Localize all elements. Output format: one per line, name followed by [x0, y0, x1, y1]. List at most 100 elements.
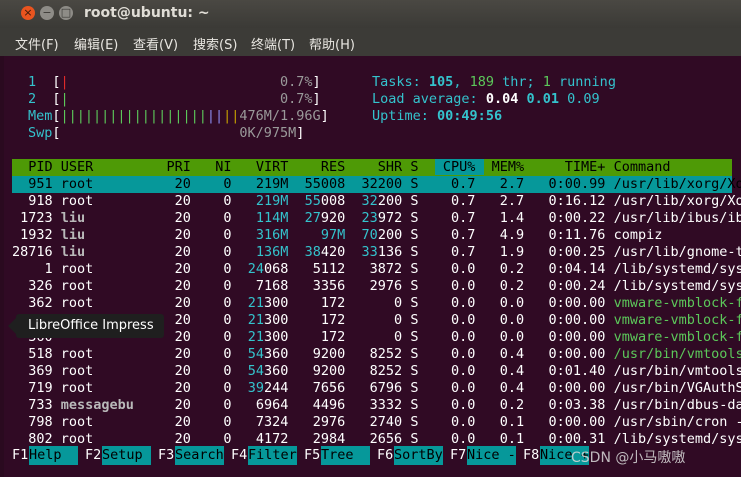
cell-pid: 719: [12, 380, 61, 396]
cell-cpu: 0.7: [434, 227, 484, 243]
table-row[interactable]: 518 root 20 0 54360 9200 8252 S 0.0 0.4 …: [12, 346, 741, 363]
fkey-f3[interactable]: F3: [158, 446, 175, 465]
cell-cpu: 0.0: [434, 431, 484, 447]
fkey-f3-label[interactable]: Search: [175, 446, 224, 465]
column-header-command[interactable]: Command: [614, 159, 671, 175]
cell-mem: 2.7: [483, 193, 533, 209]
cell-shr: 0: [353, 329, 411, 345]
close-window-button[interactable]: ×: [21, 6, 35, 20]
cell-cpu: 0.0: [434, 397, 484, 413]
column-header-cpu-[interactable]: CPU%: [434, 159, 484, 175]
cell-pid: 798: [12, 414, 61, 430]
cell-cmd: /usr/lib/xorg/Xor: [613, 193, 741, 209]
fkey-f2[interactable]: F2: [85, 446, 102, 465]
column-header-pid[interactable]: PID: [12, 159, 61, 175]
fkey-f6[interactable]: F6: [377, 446, 394, 465]
column-header-shr[interactable]: SHR: [353, 159, 410, 175]
cell-res: 55008: [296, 176, 354, 192]
menu-edit[interactable]: 编辑(E): [74, 34, 118, 53]
fkey-f7[interactable]: F7: [450, 446, 467, 465]
cell-shr: 2740: [353, 414, 411, 430]
cell-cmd: vmware-vmblock-fu: [613, 329, 741, 345]
column-header-pri[interactable]: PRI: [150, 159, 199, 175]
fkey-f1[interactable]: F1: [12, 446, 29, 465]
cell-user: root: [60, 346, 151, 362]
column-header-res[interactable]: RES: [297, 159, 354, 175]
cell-user: root: [60, 295, 151, 311]
cell-ni: 0: [198, 295, 240, 311]
cell-cmd: /usr/bin/dbus-dae: [613, 397, 741, 413]
cell-cpu: 0.0: [434, 363, 484, 379]
cell-res: 172: [296, 312, 354, 328]
table-row[interactable]: 733 messagebu 20 0 6964 4496 3332 S 0.0 …: [12, 397, 741, 414]
cell-time: 0:04.14: [532, 261, 614, 277]
table-row[interactable]: 918 root 20 0 219M 55008 32200 S 0.7 2.7…: [12, 193, 741, 210]
cell-shr: 8252: [353, 346, 411, 362]
cell-mem: 4.9: [483, 227, 533, 243]
cell-time: 0:00.00: [532, 312, 614, 328]
cell-mem: 0.2: [483, 261, 533, 277]
cell-cpu: 0.7: [434, 176, 484, 192]
table-row[interactable]: 369 root 20 0 54360 9200 8252 S 0.0 0.4 …: [12, 363, 741, 380]
fkey-f2-label[interactable]: Setup: [102, 446, 151, 465]
cell-pid: 951: [12, 176, 61, 192]
column-header-virt[interactable]: VIRT: [240, 159, 297, 175]
table-row[interactable]: 798 root 20 0 7324 2976 2740 S 0.0 0.1 0…: [12, 414, 741, 431]
fkey-f1-label[interactable]: Help: [29, 446, 78, 465]
table-row[interactable]: 719 root 20 0 39244 7656 6796 S 0.0 0.4 …: [12, 380, 741, 397]
menu-file[interactable]: 文件(F): [15, 34, 59, 53]
table-row[interactable]: 1723 liu 20 0 114M 27920 23972 S 0.7 1.4…: [12, 210, 741, 227]
table-row[interactable]: 1932 liu 20 0 316M 97M 70200 S 0.7 4.9 0…: [12, 227, 662, 244]
cell-virt: 39244: [239, 380, 297, 396]
cell-user: messagebu: [60, 397, 151, 413]
menu-search[interactable]: 搜索(S): [193, 34, 237, 53]
cell-ni: 0: [198, 193, 240, 209]
cell-user: liu: [60, 244, 151, 260]
cell-pri: 20: [150, 380, 199, 396]
table-row[interactable]: 326 root 20 0 7168 3356 2976 S 0.0 0.2 0…: [12, 278, 741, 295]
fkey-f8[interactable]: F8: [523, 446, 540, 465]
cell-shr: 33136: [353, 244, 411, 260]
column-header-row[interactable]: PID USER PRI NI VIRT RES SHR S CPU% MEM%…: [12, 159, 670, 176]
mem-meter: Mem[||||||||||||||||||||||476M/1.96G]: [28, 108, 329, 124]
column-header-user[interactable]: USER: [61, 159, 150, 175]
cell-res: 2984: [296, 431, 354, 447]
cell-ni: 0: [198, 227, 240, 243]
table-row[interactable]: 362 root 20 0 21300 172 0 S 0.0 0.0 0:00…: [12, 295, 741, 312]
fkey-f5[interactable]: F5: [304, 446, 321, 465]
cell-cpu: 0.0: [434, 261, 484, 277]
cell-res: 172: [296, 329, 354, 345]
table-row-selected[interactable]: 951 root 20 0 219M 55008 32200 S 0.7 2.7…: [12, 176, 741, 193]
cell-pid: 802: [12, 431, 61, 447]
cell-cpu: 0.0: [434, 414, 484, 430]
cell-time: 0:00.00: [532, 346, 614, 362]
cell-virt: 219M: [239, 176, 297, 192]
cell-virt: 21300: [239, 295, 297, 311]
menu-terminal[interactable]: 终端(T): [251, 34, 295, 53]
column-header-time-[interactable]: TIME+: [532, 159, 613, 175]
cell-res: 172: [296, 295, 354, 311]
cell-mem: 0.1: [483, 414, 533, 430]
maximize-window-button[interactable]: □: [59, 6, 73, 20]
menu-view[interactable]: 查看(V): [133, 34, 178, 53]
column-header-mem-[interactable]: MEM%: [484, 159, 533, 175]
menu-help[interactable]: 帮助(H): [309, 34, 355, 53]
minimize-window-button[interactable]: −: [40, 6, 54, 20]
fkey-f7-label[interactable]: Nice -: [467, 446, 516, 465]
fkey-f5-label[interactable]: Tree: [321, 446, 370, 465]
table-row[interactable]: 28716 liu 20 0 136M 38420 33136 S 0.7 1.…: [12, 244, 741, 261]
fkey-f4-label[interactable]: Filter: [248, 446, 297, 465]
cell-virt: 6964: [239, 397, 297, 413]
cell-user: root: [60, 363, 151, 379]
cell-shr: 0: [353, 295, 411, 311]
fkey-f6-label[interactable]: SortBy: [394, 446, 443, 465]
launcher-strip: [0, 56, 4, 477]
fkey-f4[interactable]: F4: [231, 446, 248, 465]
cell-s: S: [410, 397, 435, 413]
table-row[interactable]: 1 root 20 0 24068 5112 3872 S 0.0 0.2 0:…: [12, 261, 741, 278]
column-header-s[interactable]: S: [410, 159, 434, 175]
watermark: CSDN @小马嗷嗷: [571, 450, 686, 466]
cell-mem: 2.7: [483, 176, 533, 192]
column-header-ni[interactable]: NI: [199, 159, 240, 175]
cell-shr: 0: [353, 312, 411, 328]
